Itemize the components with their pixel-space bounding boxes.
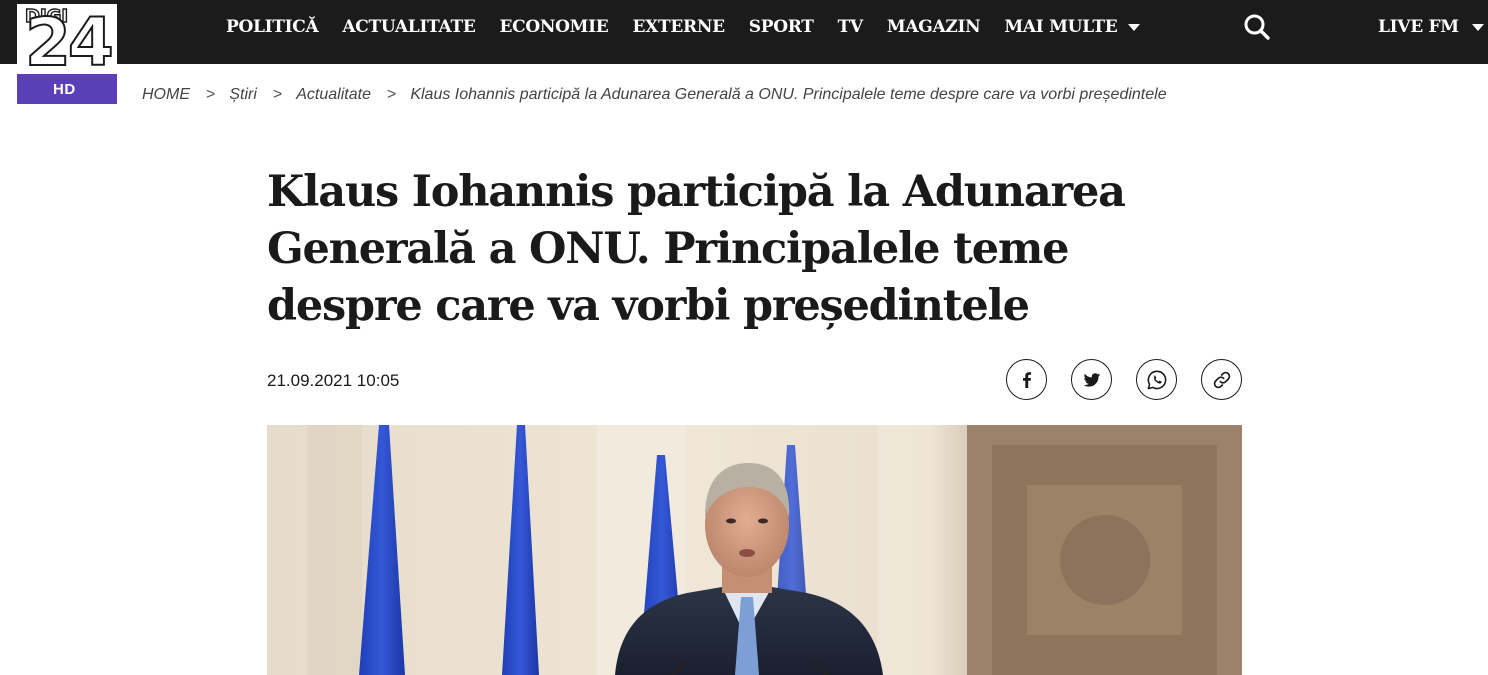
- link-icon: [1213, 371, 1230, 388]
- nav-item-actualitate[interactable]: ACTUALITATE: [342, 17, 475, 37]
- logo-text-hd: HD: [53, 80, 76, 98]
- nav-item-politica[interactable]: POLITICĂ: [226, 17, 319, 37]
- main-nav: POLITICĂ ACTUALITATE ECONOMIE EXTERNE SP…: [226, 0, 1164, 54]
- logo-text-24: 24: [24, 4, 115, 75]
- nav-item-tv[interactable]: TV: [838, 17, 864, 37]
- nav-item-mai-multe-label: MAI MULTE: [1004, 17, 1118, 37]
- breadcrumb-separator: >: [386, 86, 397, 103]
- digi24-logo[interactable]: DIGI 24 HD: [17, 4, 117, 104]
- breadcrumb-current-article: Klaus Iohannis participă la Adunarea Gen…: [410, 86, 1167, 103]
- breadcrumb-separator: >: [272, 86, 283, 103]
- chevron-down-icon: [1471, 23, 1484, 31]
- facebook-icon: [1022, 371, 1031, 388]
- live-fm-dropdown[interactable]: LIVE FM: [1378, 0, 1484, 54]
- search-button[interactable]: [1242, 12, 1272, 42]
- logo-hd-badge: HD: [17, 74, 117, 104]
- breadcrumb-separator: >: [206, 86, 216, 103]
- nav-item-magazin[interactable]: MAGAZIN: [887, 17, 981, 37]
- twitter-icon: [1083, 372, 1100, 387]
- copy-link-button[interactable]: [1201, 359, 1242, 400]
- share-whatsapp-button[interactable]: [1136, 359, 1177, 400]
- whatsapp-icon: [1147, 370, 1166, 389]
- share-twitter-button[interactable]: [1071, 359, 1112, 400]
- breadcrumb: HOME > Știri > Actualitate > Klaus Iohan…: [142, 84, 1167, 106]
- search-icon: [1244, 14, 1270, 40]
- article-date: 21.09.2021 10:05: [267, 371, 400, 390]
- share-buttons: [1006, 359, 1242, 400]
- nav-item-economie[interactable]: ECONOMIE: [499, 17, 608, 37]
- logo-mark: DIGI 24: [17, 4, 117, 74]
- share-facebook-button[interactable]: [1006, 359, 1047, 400]
- nav-item-externe[interactable]: EXTERNE: [632, 17, 725, 37]
- top-navigation-bar: POLITICĂ ACTUALITATE ECONOMIE EXTERNE SP…: [0, 0, 1488, 64]
- nav-item-sport[interactable]: SPORT: [749, 17, 814, 37]
- chevron-down-icon: [1128, 23, 1141, 31]
- breadcrumb-stiri[interactable]: Știri: [229, 86, 257, 104]
- live-fm-label: LIVE FM: [1378, 17, 1459, 37]
- photo-president-speaking: [267, 425, 1242, 675]
- article-hero-image: [267, 425, 1242, 675]
- breadcrumb-actualitate[interactable]: Actualitate: [296, 86, 371, 104]
- article-title: Klaus Iohannis participă la Adunarea Gen…: [267, 167, 1126, 331]
- nav-item-mai-multe[interactable]: MAI MULTE: [1004, 17, 1141, 37]
- breadcrumb-home[interactable]: HOME: [142, 86, 190, 104]
